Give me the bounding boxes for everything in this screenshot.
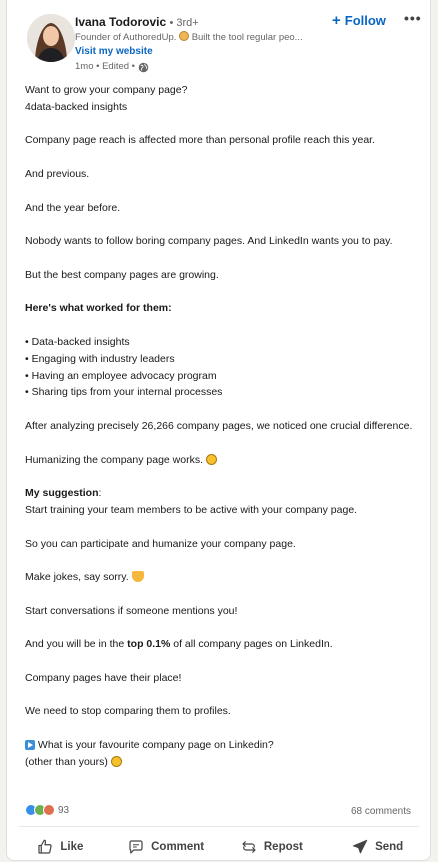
comment-button[interactable]: Comment — [113, 832, 219, 862]
follow-button[interactable]: + Follow — [332, 10, 386, 30]
divider — [19, 826, 419, 827]
send-button[interactable]: Send — [324, 832, 430, 862]
yellow-heart-emoji-icon — [131, 571, 144, 583]
author-name[interactable]: Ivana Todorovic — [75, 15, 166, 29]
paragraph: Company pages have their place! — [25, 671, 182, 684]
post-header: Ivana Todorovic • 3rd+ Founder of Author… — [7, 0, 430, 80]
paragraph-bold: Here's what worked for them: — [25, 300, 423, 317]
colon: : — [98, 487, 102, 500]
author-info: Ivana Todorovic • 3rd+ Founder of Author… — [75, 15, 330, 75]
comments-count-link[interactable]: 68 comments — [351, 806, 411, 817]
post-timestamp: 1mo • Edited • — [75, 61, 135, 72]
grinning-face-emoji-icon — [110, 755, 122, 767]
like-label: Like — [60, 841, 84, 853]
text-line: What is your favourite company page on L… — [37, 739, 274, 752]
paragraph: But the best company pages are growing. — [25, 268, 219, 281]
post-meta: 1mo • Edited • — [75, 59, 330, 75]
send-icon — [352, 839, 368, 854]
plus-icon: + — [332, 11, 341, 29]
paragraph: After analyzing precisely 26,266 company… — [25, 419, 413, 432]
globe-icon — [138, 62, 149, 72]
paragraph: Company page reach is affected more than… — [25, 134, 376, 147]
author-avatar[interactable] — [27, 14, 75, 62]
paragraph-top: And you will be in the top 0.1% of all c… — [25, 636, 423, 653]
bold-text: My suggestion — [25, 487, 99, 500]
follow-label: Follow — [344, 12, 386, 28]
list-item: • Data-backed insights — [25, 335, 130, 348]
text-line: (other than yours) — [25, 755, 108, 768]
list-item: • Engaging with industry leaders — [25, 352, 175, 365]
bullet-list: • Data-backed insights • Engaging with i… — [25, 334, 423, 401]
more-options-icon[interactable]: ••• — [404, 10, 422, 26]
comment-label: Comment — [151, 841, 205, 853]
action-bar: Like Comment Repost Send — [7, 832, 430, 862]
connection-degree: • 3rd+ — [169, 17, 199, 29]
repost-label: Repost — [263, 841, 303, 853]
paragraph-with-emoji: Make jokes, say sorry. — [25, 569, 423, 586]
smile-emoji-icon — [179, 31, 190, 41]
reactions-summary[interactable]: 93 — [25, 804, 69, 816]
repost-button[interactable]: Repost — [219, 832, 325, 862]
bold-text: top 0.1% — [127, 638, 171, 651]
bold-text: Here's what worked for them: — [25, 302, 172, 315]
post-card: Ivana Todorovic • 3rd+ Founder of Author… — [6, 0, 431, 861]
text: of all company pages on LinkedIn. — [170, 638, 333, 651]
repost-icon — [242, 841, 256, 853]
text: Humanizing the company page works. — [25, 453, 204, 466]
text: And you will be in the — [25, 638, 128, 651]
comment-icon — [129, 840, 143, 854]
post-body: Want to grow your company page? 4data-ba… — [25, 82, 423, 771]
author-headline: Founder of AuthoredUp. Built the tool re… — [75, 31, 325, 45]
thumbs-up-icon — [38, 839, 53, 854]
paragraph-with-emoji: Humanizing the company page works. — [25, 452, 423, 469]
paragraph: Start conversations if someone mentions … — [25, 604, 238, 617]
text-line: Start training your team members to be a… — [25, 503, 358, 516]
author-name-line: Ivana Todorovic • 3rd+ — [75, 15, 330, 31]
headline-suffix: Built the tool regular peo... — [191, 32, 303, 43]
paragraph: Nobody wants to follow boring company pa… — [25, 235, 393, 248]
text-line: 4data-backed insights — [25, 100, 128, 113]
text-line: Want to grow your company page? — [25, 84, 188, 96]
paragraph: And previous. — [25, 167, 90, 180]
play-button-emoji-icon — [25, 740, 35, 751]
love-reaction-icon — [43, 804, 55, 816]
paragraph: So you can participate and humanize your… — [25, 537, 296, 550]
paragraph: And the year before. — [25, 201, 121, 214]
paragraph-suggestion: My suggestion: Start training your team … — [25, 485, 423, 519]
text: Make jokes, say sorry. — [25, 571, 129, 584]
avatar-photo-icon — [27, 14, 75, 62]
list-item: • Having an employee advocacy program — [25, 369, 217, 382]
paragraph-question: What is your favourite company page on L… — [25, 737, 423, 771]
like-button[interactable]: Like — [7, 832, 113, 862]
smiling-face-emoji-icon — [205, 453, 217, 465]
paragraph-intro: Want to grow your company page? 4data-ba… — [25, 82, 423, 116]
paragraph: We need to stop comparing them to profil… — [25, 705, 231, 718]
visit-website-link[interactable]: Visit my website — [75, 45, 330, 59]
headline-prefix: Founder of AuthoredUp. — [75, 32, 177, 43]
send-label: Send — [375, 841, 404, 853]
list-item: • Sharing tips from your internal proces… — [25, 386, 223, 399]
reaction-count: 93 — [58, 804, 70, 816]
